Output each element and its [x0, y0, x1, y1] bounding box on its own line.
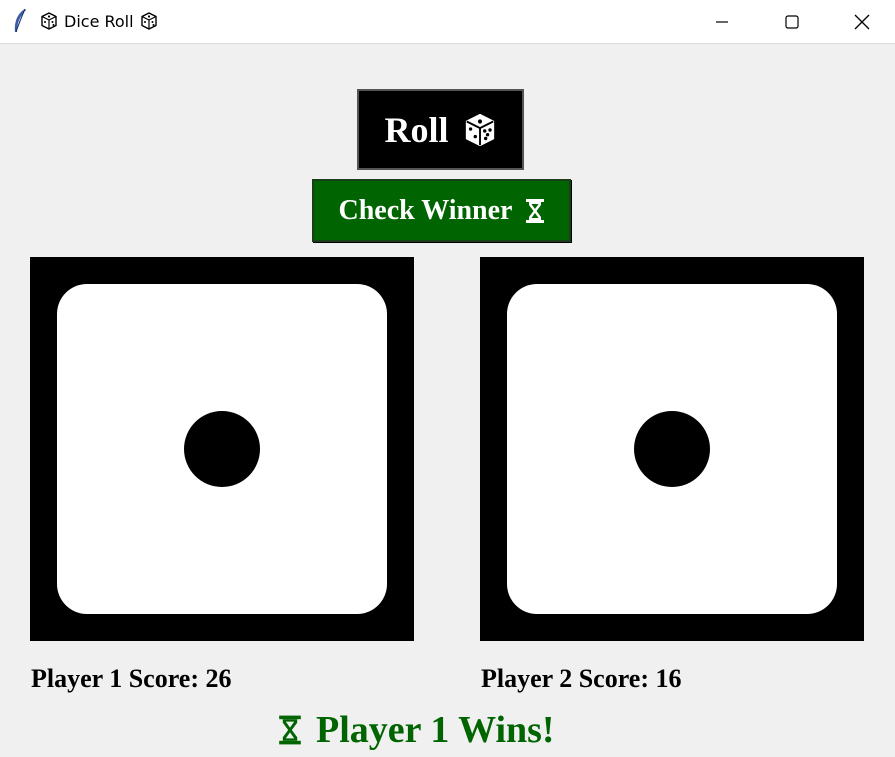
check-winner-label: Check Winner	[338, 194, 513, 226]
window-title: Dice Roll	[64, 11, 134, 31]
game-die-icon	[41, 12, 57, 30]
player-1-die	[30, 257, 414, 641]
player-2-score: Player 2 Score: 16	[481, 664, 682, 693]
check-winner-button[interactable]: Check Winner	[312, 179, 571, 242]
maximize-button[interactable]	[769, 0, 815, 43]
feather-icon	[14, 8, 26, 33]
hourglass-icon	[279, 715, 301, 745]
die-face	[507, 284, 837, 614]
close-button[interactable]	[839, 0, 885, 43]
roll-button[interactable]: Roll	[357, 89, 524, 170]
maximize-icon	[785, 14, 799, 29]
die-face	[57, 284, 387, 614]
title-bar[interactable]: Dice Roll	[0, 0, 895, 44]
minimize-button[interactable]	[699, 0, 745, 43]
player-2-die	[480, 257, 864, 641]
game-die-icon	[140, 12, 157, 30]
winner-text: Player 1 Wins!	[316, 709, 555, 751]
die-pip	[634, 411, 710, 487]
hourglass-icon	[525, 198, 544, 223]
roll-button-label: Roll	[384, 109, 449, 150]
winner-result: Player 1 Wins!	[278, 707, 555, 753]
close-icon	[854, 14, 870, 29]
player-1-score: Player 1 Score: 26	[31, 664, 232, 693]
minimize-icon	[716, 20, 728, 23]
die-pip	[184, 411, 260, 487]
game-die-icon	[465, 113, 494, 146]
window-title-group: Dice Roll	[40, 10, 158, 32]
dice-roll-window: Dice Roll Roll Check Winner Player 1 Sco…	[0, 0, 895, 757]
